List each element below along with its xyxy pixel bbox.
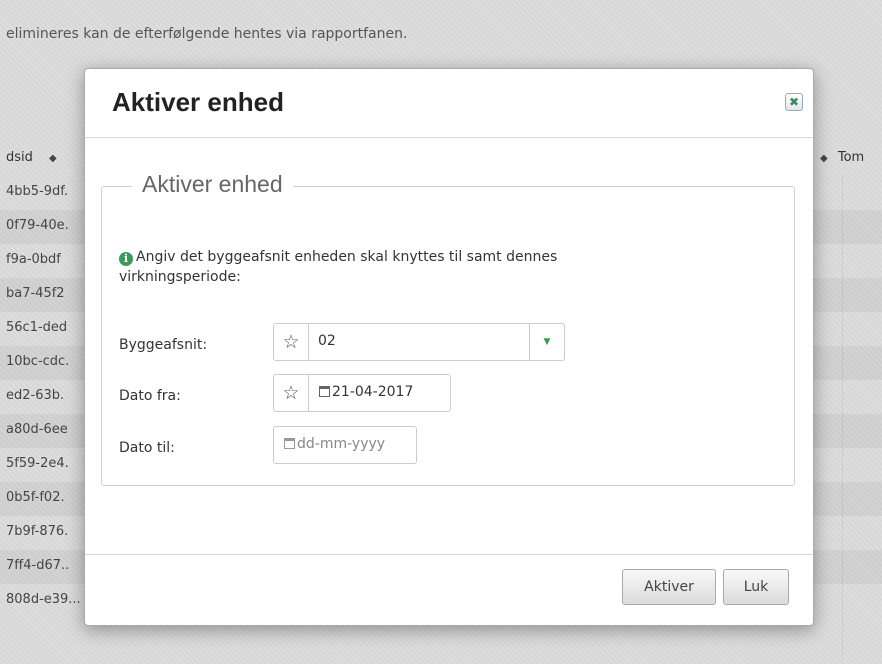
close-button[interactable]: Luk	[723, 569, 789, 605]
fieldset-legend: Aktiver enhed	[132, 171, 293, 198]
star-outline-icon[interactable]: ☆	[274, 375, 309, 411]
byggeafsnit-label: Byggeafsnit:	[119, 337, 208, 353]
dato-til-field[interactable]: dd-mm-yyyy	[273, 426, 417, 464]
dialog-title: Aktiver enhed	[112, 87, 284, 117]
sort-icon: ◆	[820, 153, 828, 164]
calendar-icon	[284, 438, 295, 449]
close-icon[interactable]: ✖	[785, 93, 803, 111]
star-outline-icon[interactable]: ☆	[274, 324, 309, 360]
dato-fra-field[interactable]: ☆ 21-04-2017	[273, 374, 451, 412]
sort-icon: ◆	[49, 153, 57, 164]
info-message-text: Angiv det byggeafsnit enheden skal knytt…	[119, 249, 558, 285]
dato-til-label: Dato til:	[119, 440, 175, 456]
chevron-down-icon[interactable]: ▼	[529, 324, 564, 360]
dato-fra-value: 21-04-2017	[332, 384, 414, 400]
byggeafsnit-select[interactable]: ☆ 02 ▼	[273, 323, 565, 361]
activate-unit-fieldset: Aktiver enhed i Angiv det byggeafsnit enh…	[101, 171, 795, 486]
dato-til-placeholder: dd-mm-yyyy	[297, 436, 386, 452]
calendar-icon	[319, 386, 330, 397]
page-notice: elimineres kan de efterfølgende hentes v…	[6, 26, 408, 42]
dialog-header: Aktiver enhed ✖	[85, 69, 813, 138]
activate-button[interactable]: Aktiver	[622, 569, 716, 605]
dato-fra-label: Dato fra:	[119, 388, 181, 404]
info-circle-icon: i	[119, 252, 133, 266]
column-header-tom[interactable]: ◆ Tom	[820, 150, 864, 165]
activate-unit-dialog: Aktiver enhed ✖ Aktiver enhed i Angiv det…	[84, 68, 814, 626]
byggeafsnit-value: 02	[318, 333, 336, 349]
column-header-dsid[interactable]: dsid ◆	[6, 150, 57, 165]
info-message: i Angiv det byggeafsnit enheden skal knyt…	[119, 247, 679, 287]
dialog-footer: Aktiver Luk	[85, 554, 813, 625]
